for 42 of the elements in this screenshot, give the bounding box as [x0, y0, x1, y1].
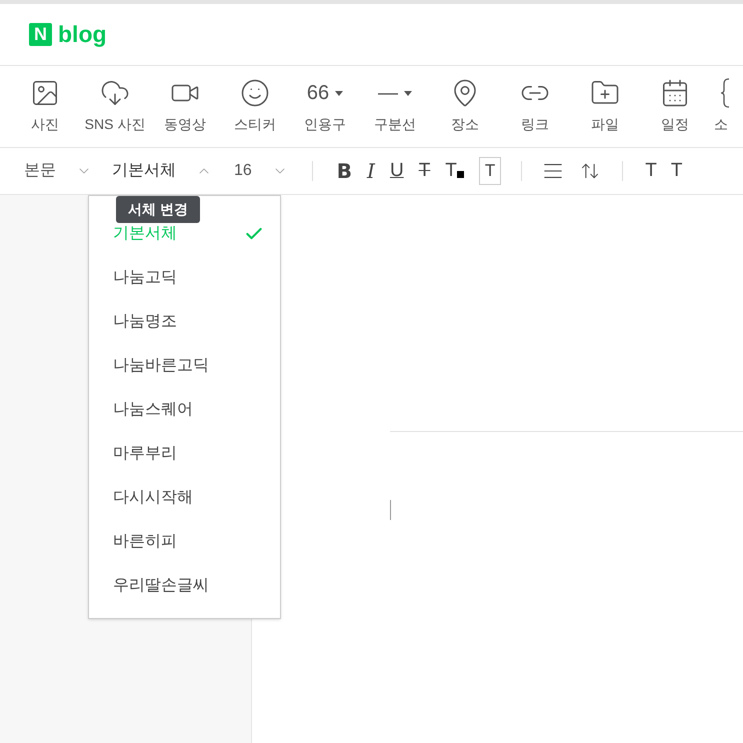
toolbar-button[interactable]: 동영상 — [150, 78, 220, 135]
cloud-download-icon — [100, 78, 130, 108]
brace-icon — [720, 78, 730, 108]
logo-mark: N — [29, 23, 52, 46]
font-dropdown[interactable]: 기본서체 — [112, 159, 212, 183]
text-cursor — [390, 500, 391, 520]
logo-text: blog — [58, 23, 107, 46]
calendar-icon — [660, 78, 690, 108]
toolbar-button[interactable]: 소 — [710, 78, 733, 135]
toolbar-button[interactable]: — 구분선 — [360, 78, 430, 135]
toolbar-button[interactable]: 일정 — [640, 78, 710, 135]
font-option[interactable]: 우리딸손글씨 — [89, 564, 280, 608]
smiley-icon — [240, 78, 270, 108]
image-icon — [30, 78, 60, 108]
caret-icon — [404, 90, 412, 96]
toolbar-button[interactable]: 링크 — [500, 78, 570, 135]
toolbar-button[interactable]: 스티커 — [220, 78, 290, 135]
paragraph-style-dropdown[interactable]: 본문 — [24, 159, 92, 183]
toolbar-button[interactable]: 사진 — [10, 78, 80, 135]
toolbar-button[interactable]: 장소 — [430, 78, 500, 135]
toolbar-button[interactable]: 66 인용구 — [290, 78, 360, 135]
format-button[interactable]: T — [645, 156, 657, 186]
format-button[interactable]: T — [670, 156, 683, 186]
font-option[interactable]: 마루부리 — [89, 432, 280, 476]
font-option[interactable]: 바른히피 — [89, 520, 280, 564]
toolbar-button[interactable]: SNS 사진 — [80, 78, 150, 135]
font-option[interactable]: 나눔바른고딕 — [89, 344, 280, 388]
toolbar-button[interactable]: 파일 — [570, 78, 640, 135]
line-spacing-icon[interactable] — [580, 161, 600, 181]
format-button[interactable]: T — [445, 158, 464, 184]
tooltip: 서체 변경 — [116, 196, 200, 223]
format-button[interactable]: B — [336, 158, 352, 184]
format-button[interactable]: T — [478, 157, 502, 185]
font-option[interactable]: 다시시작해 — [89, 476, 280, 520]
format-button[interactable]: U — [390, 158, 404, 184]
format-button[interactable]: T — [418, 158, 430, 184]
format-button[interactable]: I — [367, 158, 375, 184]
font-option[interactable]: 나눔명조 — [89, 300, 280, 344]
font-size-dropdown[interactable]: 16 — [234, 159, 288, 183]
caret-icon — [335, 90, 344, 96]
font-option[interactable]: 나눔스퀘어 — [89, 388, 280, 432]
font-option[interactable]: 나눔고딕 — [89, 256, 280, 300]
